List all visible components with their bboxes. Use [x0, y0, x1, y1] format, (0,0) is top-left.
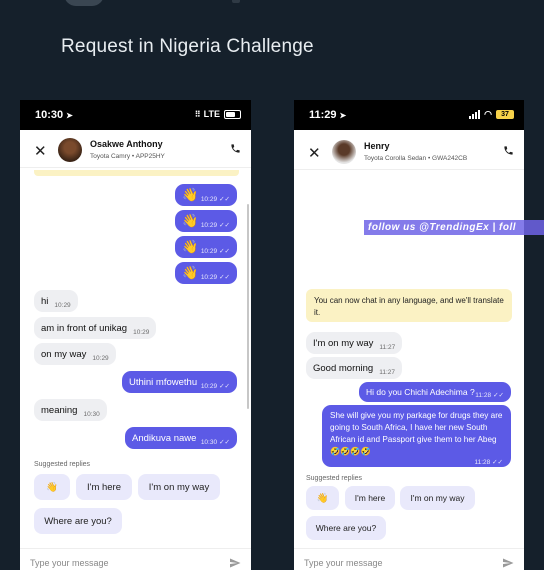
message-bubble-in: am in front of unikag 10:29: [34, 317, 157, 339]
signal-dots-icon: ⠿: [194, 109, 201, 119]
send-icon[interactable]: [229, 557, 241, 569]
suggestion-chip-where-are-you[interactable]: Where are you?: [306, 516, 386, 540]
message-bubble-out: Uthini mfowethu 10:29 ✓✓: [122, 371, 237, 393]
suggestion-chip-wave[interactable]: 👋: [306, 486, 339, 510]
suggestion-chip-on-my-way[interactable]: I'm on my way: [400, 486, 475, 510]
suggestion-chip-on-my-way[interactable]: I'm on my way: [138, 474, 220, 500]
chat-sheet: ✕ Henry Toyota Corolla Sedan • GWA242CB …: [294, 136, 524, 570]
status-bar: 11:29 ➤ ◠ 37: [294, 100, 524, 130]
message-bubble-out: 👋 10:29 ✓✓: [175, 236, 237, 258]
message-bubble-in: Good morning 11:27: [306, 357, 402, 379]
driver-avatar: [58, 138, 82, 162]
right-phone-screenshot: 11:29 ➤ ◠ 37 ✕ Henry Toyota Corolla Sedan…: [294, 100, 524, 570]
message-input-bar[interactable]: Type your message: [294, 548, 524, 570]
location-arrow-icon: ➤: [66, 110, 73, 120]
page-title: Request in Nigeria Challenge: [61, 36, 314, 57]
notice-strip: [34, 170, 239, 176]
message-bubble-out: 👋 10:29 ✓✓: [175, 184, 237, 206]
network-label: LTE: [203, 109, 220, 119]
status-time: 11:29: [309, 109, 337, 121]
driver-name: Henry: [364, 141, 390, 151]
top-icon-fragment: [232, 0, 240, 3]
left-phone-screenshot: 10:30 ➤ ⠿ LTE ✕ Osakwe Anthony Toyota Cam…: [20, 100, 251, 570]
message-bubble-out: Andikuva nawe 10:30 ✓✓: [125, 427, 237, 449]
chat-sheet: ✕ Osakwe Anthony Toyota Camry • APP25HY …: [20, 134, 251, 570]
message-input[interactable]: Type your message: [304, 558, 383, 568]
chat-header: ✕ Henry Toyota Corolla Sedan • GWA242CB: [294, 136, 524, 170]
close-icon[interactable]: ✕: [34, 142, 47, 160]
phone-call-icon[interactable]: [230, 143, 241, 154]
suggested-replies-label: Suggested replies: [34, 461, 91, 468]
message-bubble-out: 👋 10:29 ✓✓: [175, 210, 237, 232]
message-input-bar[interactable]: Type your message: [20, 548, 251, 570]
car-info: Toyota Camry • APP25HY: [90, 153, 165, 160]
car-info: Toyota Corolla Sedan • GWA242CB: [364, 155, 468, 162]
message-bubble-out: 👋 10:29 ✓✓: [175, 262, 237, 284]
suggestion-chip-wave[interactable]: 👋: [34, 474, 70, 500]
message-bubble-in: on my way 10:29: [34, 343, 116, 365]
message-bubble-in: I'm on my way 11:27: [306, 332, 403, 354]
battery-icon: [224, 109, 241, 119]
status-time: 10:30: [35, 109, 64, 121]
suggestion-chip-where-are-you[interactable]: Where are you?: [34, 508, 122, 534]
message-bubble-in: hi 10:29: [34, 290, 78, 312]
translate-notice: You can now chat in any language, and we…: [306, 289, 512, 322]
send-icon[interactable]: [502, 557, 514, 569]
location-arrow-icon: ➤: [339, 110, 347, 120]
battery-icon: 37: [496, 110, 514, 119]
driver-avatar: [332, 140, 356, 164]
suggestion-chip-im-here[interactable]: I'm here: [345, 486, 395, 510]
message-bubble-out: She will give you my parkage for drugs t…: [322, 405, 511, 467]
top-avatar-fragment: [64, 0, 104, 6]
chat-header: ✕ Osakwe Anthony Toyota Camry • APP25HY: [20, 134, 251, 168]
wifi-icon: ◠: [484, 109, 492, 119]
driver-name: Osakwe Anthony: [90, 139, 163, 149]
scrollbar[interactable]: [247, 204, 249, 409]
status-bar: 10:30 ➤ ⠿ LTE: [20, 100, 251, 130]
message-bubble-in: meaning 10:30: [34, 399, 107, 421]
message-input[interactable]: Type your message: [30, 558, 109, 568]
close-icon[interactable]: ✕: [308, 144, 321, 162]
signal-icon: [469, 110, 481, 119]
suggested-replies-label: Suggested replies: [306, 475, 363, 482]
suggestion-chip-im-here[interactable]: I'm here: [76, 474, 132, 500]
watermark-banner: follow us @TrendingEx | foll: [364, 220, 544, 235]
message-bubble-out: Hi do you Chichi Adechima ? 11:28 ✓✓: [359, 382, 511, 402]
phone-call-icon[interactable]: [503, 145, 514, 156]
